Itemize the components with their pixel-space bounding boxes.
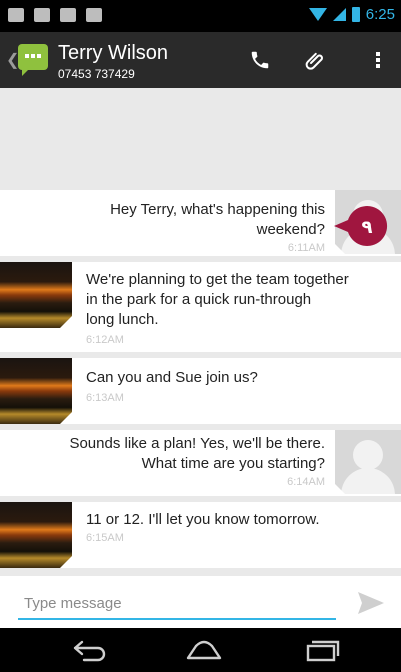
nav-recents-button[interactable] [300,636,340,664]
message-input[interactable] [18,588,336,620]
contact-avatar[interactable] [0,262,72,328]
message-item[interactable]: We're planning to get the team together … [0,262,401,352]
callout-number: ٩ [362,217,373,238]
compose-bar [0,576,401,628]
message-line: long lunch. [86,311,159,328]
message-text: Hey Terry, what's happening this weekend… [110,200,325,240]
message-time: 6:14AM [287,476,325,488]
message-text: Can you and Sue join us? [86,368,386,388]
attach-button[interactable] [304,48,328,72]
callout-marker: ٩ [334,206,388,246]
message-item[interactable]: 11 or 12. I'll let you know tomorrow. 6:… [0,502,401,568]
message-time: 6:13AM [86,392,124,404]
battery-icon [351,7,360,22]
contact-name[interactable]: Terry Wilson [58,42,168,65]
contact-avatar[interactable] [0,502,72,568]
download-notification-icon [60,8,76,22]
message-time: 6:12AM [86,334,124,346]
overflow-menu-button[interactable] [366,48,390,72]
signal-icon [332,8,346,21]
message-time: 6:15AM [86,532,124,544]
my-avatar[interactable] [335,430,401,494]
message-text: Sounds like a plan! Yes, we'll be there.… [69,434,325,474]
recents-icon [306,640,340,662]
message-line: What time are you starting? [141,455,325,472]
send-icon [358,592,384,614]
message-line: weekend? [256,221,325,238]
message-item[interactable]: Sounds like a plan! Yes, we'll be there.… [0,430,401,496]
message-line: in the park for a quick run-through [86,291,312,308]
navigation-bar [0,628,401,672]
message-line: Hey Terry, what's happening this [110,201,325,218]
message-item[interactable]: Can you and Sue join us? 6:13AM [0,358,401,424]
message-text: 11 or 12. I'll let you know tomorrow. [86,510,386,530]
paperclip-icon [305,52,323,70]
call-button[interactable] [248,48,272,72]
contact-number: 07453 737429 [58,67,135,81]
contact-avatar[interactable] [0,358,72,424]
overflow-menu-icon [376,50,380,70]
download-notification-icon [86,8,102,22]
message-line: Sounds like a plan! Yes, we'll be there. [69,435,325,452]
chat-notification-icon [34,8,50,22]
phone-icon [251,51,269,69]
notification-icons [8,8,102,22]
conversation-list[interactable]: Hey Terry, what's happening this weekend… [0,88,401,576]
message-line: 11 or 12. I'll let you know tomorrow. [86,511,320,528]
nav-home-button[interactable] [184,636,224,664]
message-line: Can you and Sue join us? [86,369,258,386]
email-notification-icon [8,8,24,22]
wifi-icon [308,8,327,21]
status-bar: 6:25 [0,0,401,32]
action-bar: ❮ Terry Wilson 07453 737429 [0,32,401,88]
message-text: We're planning to get the team together … [86,270,386,330]
nav-back-button[interactable] [70,636,110,664]
send-button[interactable] [356,590,386,616]
message-time: 6:11AM [287,242,325,254]
message-line: We're planning to get the team together [86,271,349,288]
home-icon [186,640,222,660]
messaging-app-icon[interactable] [18,44,48,76]
back-arrow-icon [73,640,106,662]
status-indicators: 6:25 [308,6,395,23]
status-clock: 6:25 [365,6,395,23]
